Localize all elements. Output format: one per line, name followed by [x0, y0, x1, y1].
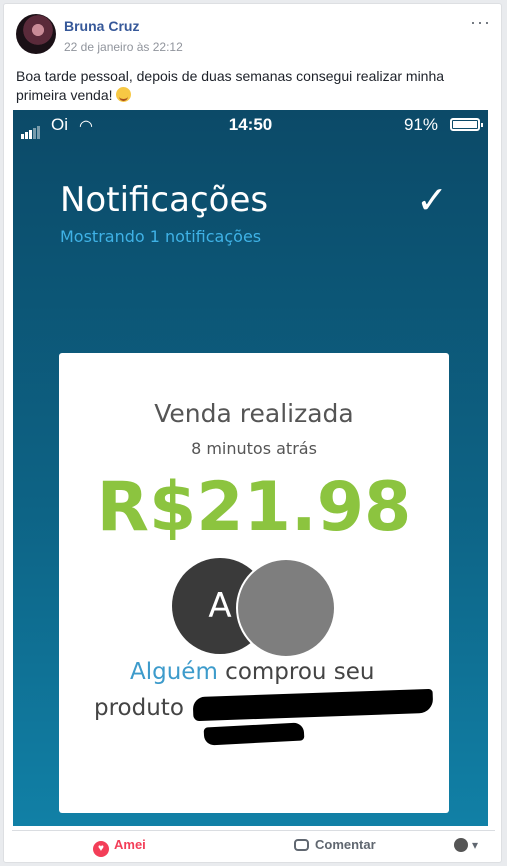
smile-emoji-icon — [116, 87, 132, 102]
heart-icon: ♥ — [93, 841, 109, 857]
comment-icon — [294, 839, 309, 851]
comment-label: Comentar — [315, 837, 376, 852]
more-options-icon[interactable]: ··· — [470, 12, 491, 33]
author-name[interactable]: Bruna Cruz — [64, 18, 139, 34]
battery-percent: 91% — [403, 115, 438, 134]
sale-message-text: comprou seu — [217, 659, 375, 685]
action-divider — [12, 830, 495, 831]
chevron-down-icon: ▾ — [472, 838, 479, 852]
sale-time: 8 minutos atrás — [191, 439, 317, 458]
phone-screenshot: Oi ◠ 14:50 91% Notificações Mostrando 1 … — [13, 110, 488, 826]
sale-message: Alguém comprou seu — [130, 659, 375, 685]
product-avatar — [236, 558, 336, 658]
user-avatar-icon — [454, 838, 468, 852]
redaction-mark — [192, 688, 434, 722]
product-label: produto — [94, 695, 184, 721]
sale-amount: R$21.98 — [96, 468, 412, 547]
status-bar: Oi ◠ 14:50 91% — [13, 110, 488, 139]
notifications-title: Notificações — [60, 180, 269, 220]
author-avatar[interactable] — [16, 14, 56, 54]
redaction-mark — [203, 722, 305, 746]
comment-button[interactable]: Comentar — [294, 837, 376, 852]
sale-title: Venda realizada — [154, 399, 354, 428]
battery-icon — [450, 118, 483, 131]
love-label: Amei — [114, 837, 146, 852]
notifications-subtitle: Mostrando 1 notificações — [60, 227, 262, 246]
love-reaction-button[interactable]: ♥ Amei — [93, 837, 146, 857]
sale-notification-card: Venda realizada 8 minutos atrás R$21.98 … — [59, 353, 449, 813]
buyer-name: Alguém — [130, 659, 218, 685]
post-text: Boa tarde pessoal, depois de duas semana… — [16, 67, 491, 105]
check-icon[interactable]: ✓ — [416, 178, 448, 223]
reaction-selector[interactable]: ▾ — [454, 838, 478, 852]
post-body: Boa tarde pessoal, depois de duas semana… — [16, 68, 445, 103]
post-timestamp[interactable]: 22 de janeiro às 22:12 — [64, 40, 183, 54]
